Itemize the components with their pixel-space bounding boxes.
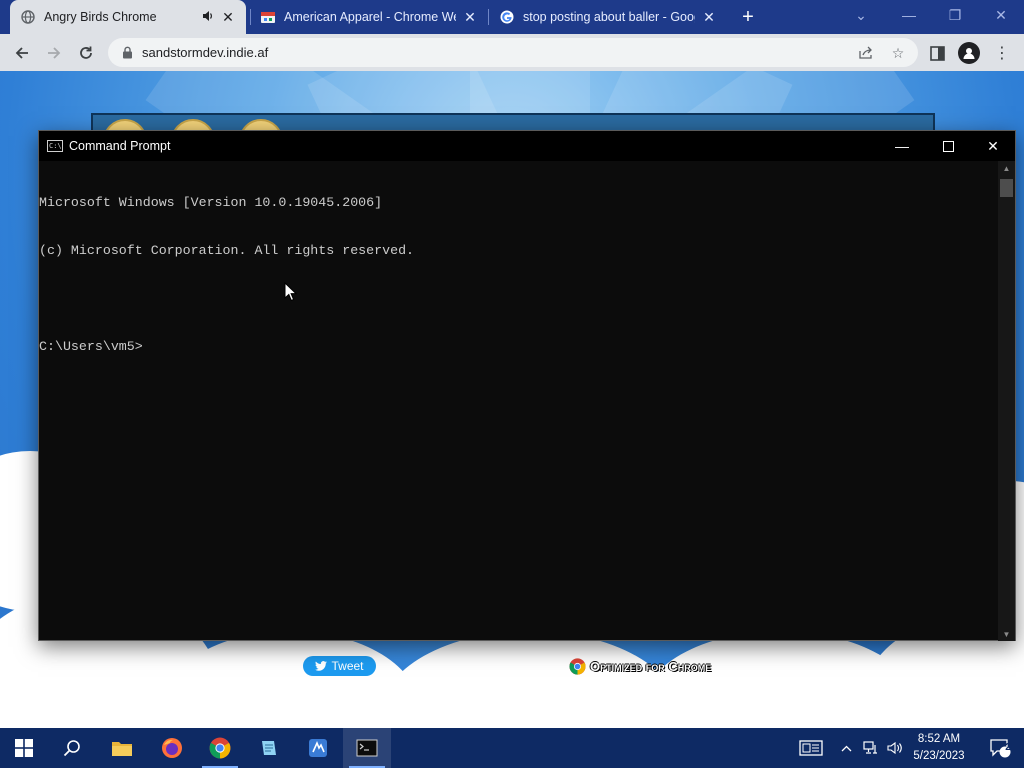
chrome-logo-icon (569, 657, 586, 675)
address-bar[interactable]: sandstormdev.indie.af ☆ (108, 38, 918, 67)
twitter-bird-icon (315, 661, 328, 671)
chevron-up-icon[interactable] (836, 728, 856, 768)
file-explorer-icon (112, 742, 132, 756)
tweet-button[interactable]: Tweet (303, 656, 376, 676)
cmd-window-title: Command Prompt (69, 139, 171, 153)
arrow-right-icon (48, 47, 61, 59)
globe-icon (20, 9, 36, 25)
tab-search-icon[interactable]: ⌄ (838, 0, 884, 30)
close-window-icon[interactable]: ✕ (978, 0, 1024, 30)
system-clock[interactable]: 8:52 AM 5/23/2023 (906, 731, 972, 765)
back-button[interactable] (9, 40, 35, 66)
close-tab-icon[interactable]: ✕ (462, 9, 478, 25)
console-output[interactable]: Microsoft Windows [Version 10.0.19045.20… (39, 161, 999, 641)
console-line: (c) Microsoft Corporation. All rights re… (39, 243, 415, 258)
firefox-taskbar-button[interactable] (148, 728, 196, 768)
cmd-taskbar-button[interactable] (343, 728, 391, 768)
news-widget-icon[interactable] (796, 728, 826, 768)
start-button[interactable] (0, 728, 48, 768)
tab-google-search[interactable]: stop posting about baller - Goog ✕ (489, 0, 727, 34)
minimize-icon[interactable]: — (879, 131, 925, 161)
browser-tabstrip: Angry Birds Chrome ✕ American Apparel - … (0, 0, 1024, 34)
edge-taskbar-button[interactable] (294, 728, 342, 768)
tab-title: stop posting about baller - Goog (523, 10, 695, 24)
tab-american-apparel[interactable]: American Apparel - Chrome Web ✕ (250, 0, 488, 34)
notepad-icon (262, 741, 276, 755)
file-explorer-taskbar-button[interactable] (98, 728, 146, 768)
firefox-icon (162, 738, 182, 758)
restore-icon[interactable]: ❐ (932, 0, 978, 30)
scroll-down-icon[interactable]: ▼ (998, 627, 1015, 641)
forward-button[interactable] (41, 40, 67, 66)
minimize-icon[interactable]: — (886, 0, 932, 30)
console-line: Microsoft Windows [Version 10.0.19045.20… (39, 195, 383, 210)
speaker-icon[interactable] (202, 10, 214, 25)
tweet-label: Tweet (331, 659, 364, 673)
arrow-left-icon (15, 47, 28, 59)
console-prompt-line[interactable]: C:\Users\vm5> (39, 339, 999, 355)
optimized-for-chrome-badge[interactable]: Optimized for Chrome (569, 656, 711, 676)
google-g-icon (499, 9, 515, 25)
notepad-taskbar-button[interactable] (245, 728, 293, 768)
clock-date: 5/23/2023 (913, 750, 965, 762)
network-icon[interactable] (860, 728, 882, 768)
browser-toolbar: sandstormdev.indie.af ☆ ⋮ (0, 34, 1024, 71)
store-icon (260, 9, 276, 25)
notification-count: 2 (1005, 742, 1011, 753)
command-prompt-window[interactable]: C:\ Command Prompt — ✕ Microsoft Windows… (38, 130, 1016, 641)
speaker-volume-icon[interactable] (884, 728, 906, 768)
clock-time: 8:52 AM (917, 733, 961, 745)
notification-center-button[interactable]: 2 (980, 728, 1020, 768)
cmd-icon (356, 739, 378, 757)
close-tab-icon[interactable]: ✕ (701, 9, 717, 25)
chrome-icon (209, 737, 231, 759)
scroll-up-icon[interactable]: ▲ (998, 161, 1015, 175)
share-icon[interactable] (856, 44, 876, 62)
windows-taskbar: 8:52 AM 5/23/2023 2 (0, 728, 1024, 768)
cmd-app-icon[interactable]: C:\ (47, 140, 63, 152)
profile-avatar-icon[interactable] (958, 42, 980, 64)
search-icon (63, 740, 80, 757)
side-panel-icon[interactable] (926, 42, 948, 64)
search-button[interactable] (48, 728, 96, 768)
tab-title: American Apparel - Chrome Web (284, 10, 456, 24)
mouse-pointer-icon (284, 282, 298, 302)
maximize-icon[interactable] (925, 131, 971, 161)
vertical-scrollbar[interactable]: ▲ ▼ (998, 161, 1015, 641)
new-tab-button[interactable]: + (736, 5, 760, 29)
tab-angry-birds[interactable]: Angry Birds Chrome ✕ (10, 0, 246, 34)
cloud (380, 631, 680, 728)
scrollbar-thumb[interactable] (1000, 179, 1013, 197)
reload-button[interactable] (73, 40, 99, 66)
cmd-titlebar[interactable]: C:\ Command Prompt — ✕ (39, 131, 1015, 161)
lock-icon[interactable] (120, 46, 134, 60)
tab-title: Angry Birds Chrome (44, 10, 157, 24)
reload-icon (80, 46, 92, 59)
url-text: sandstormdev.indie.af (142, 45, 269, 60)
kebab-menu-icon[interactable]: ⋮ (991, 42, 1013, 64)
chrome-taskbar-button[interactable] (196, 728, 244, 768)
windows-logo-icon (15, 739, 33, 757)
close-tab-icon[interactable]: ✕ (220, 9, 236, 25)
close-window-icon[interactable]: ✕ (970, 131, 1016, 161)
bookmark-star-icon[interactable]: ☆ (888, 44, 908, 62)
badge-label: Optimized for Chrome (590, 658, 712, 674)
edge-icon (309, 739, 327, 757)
